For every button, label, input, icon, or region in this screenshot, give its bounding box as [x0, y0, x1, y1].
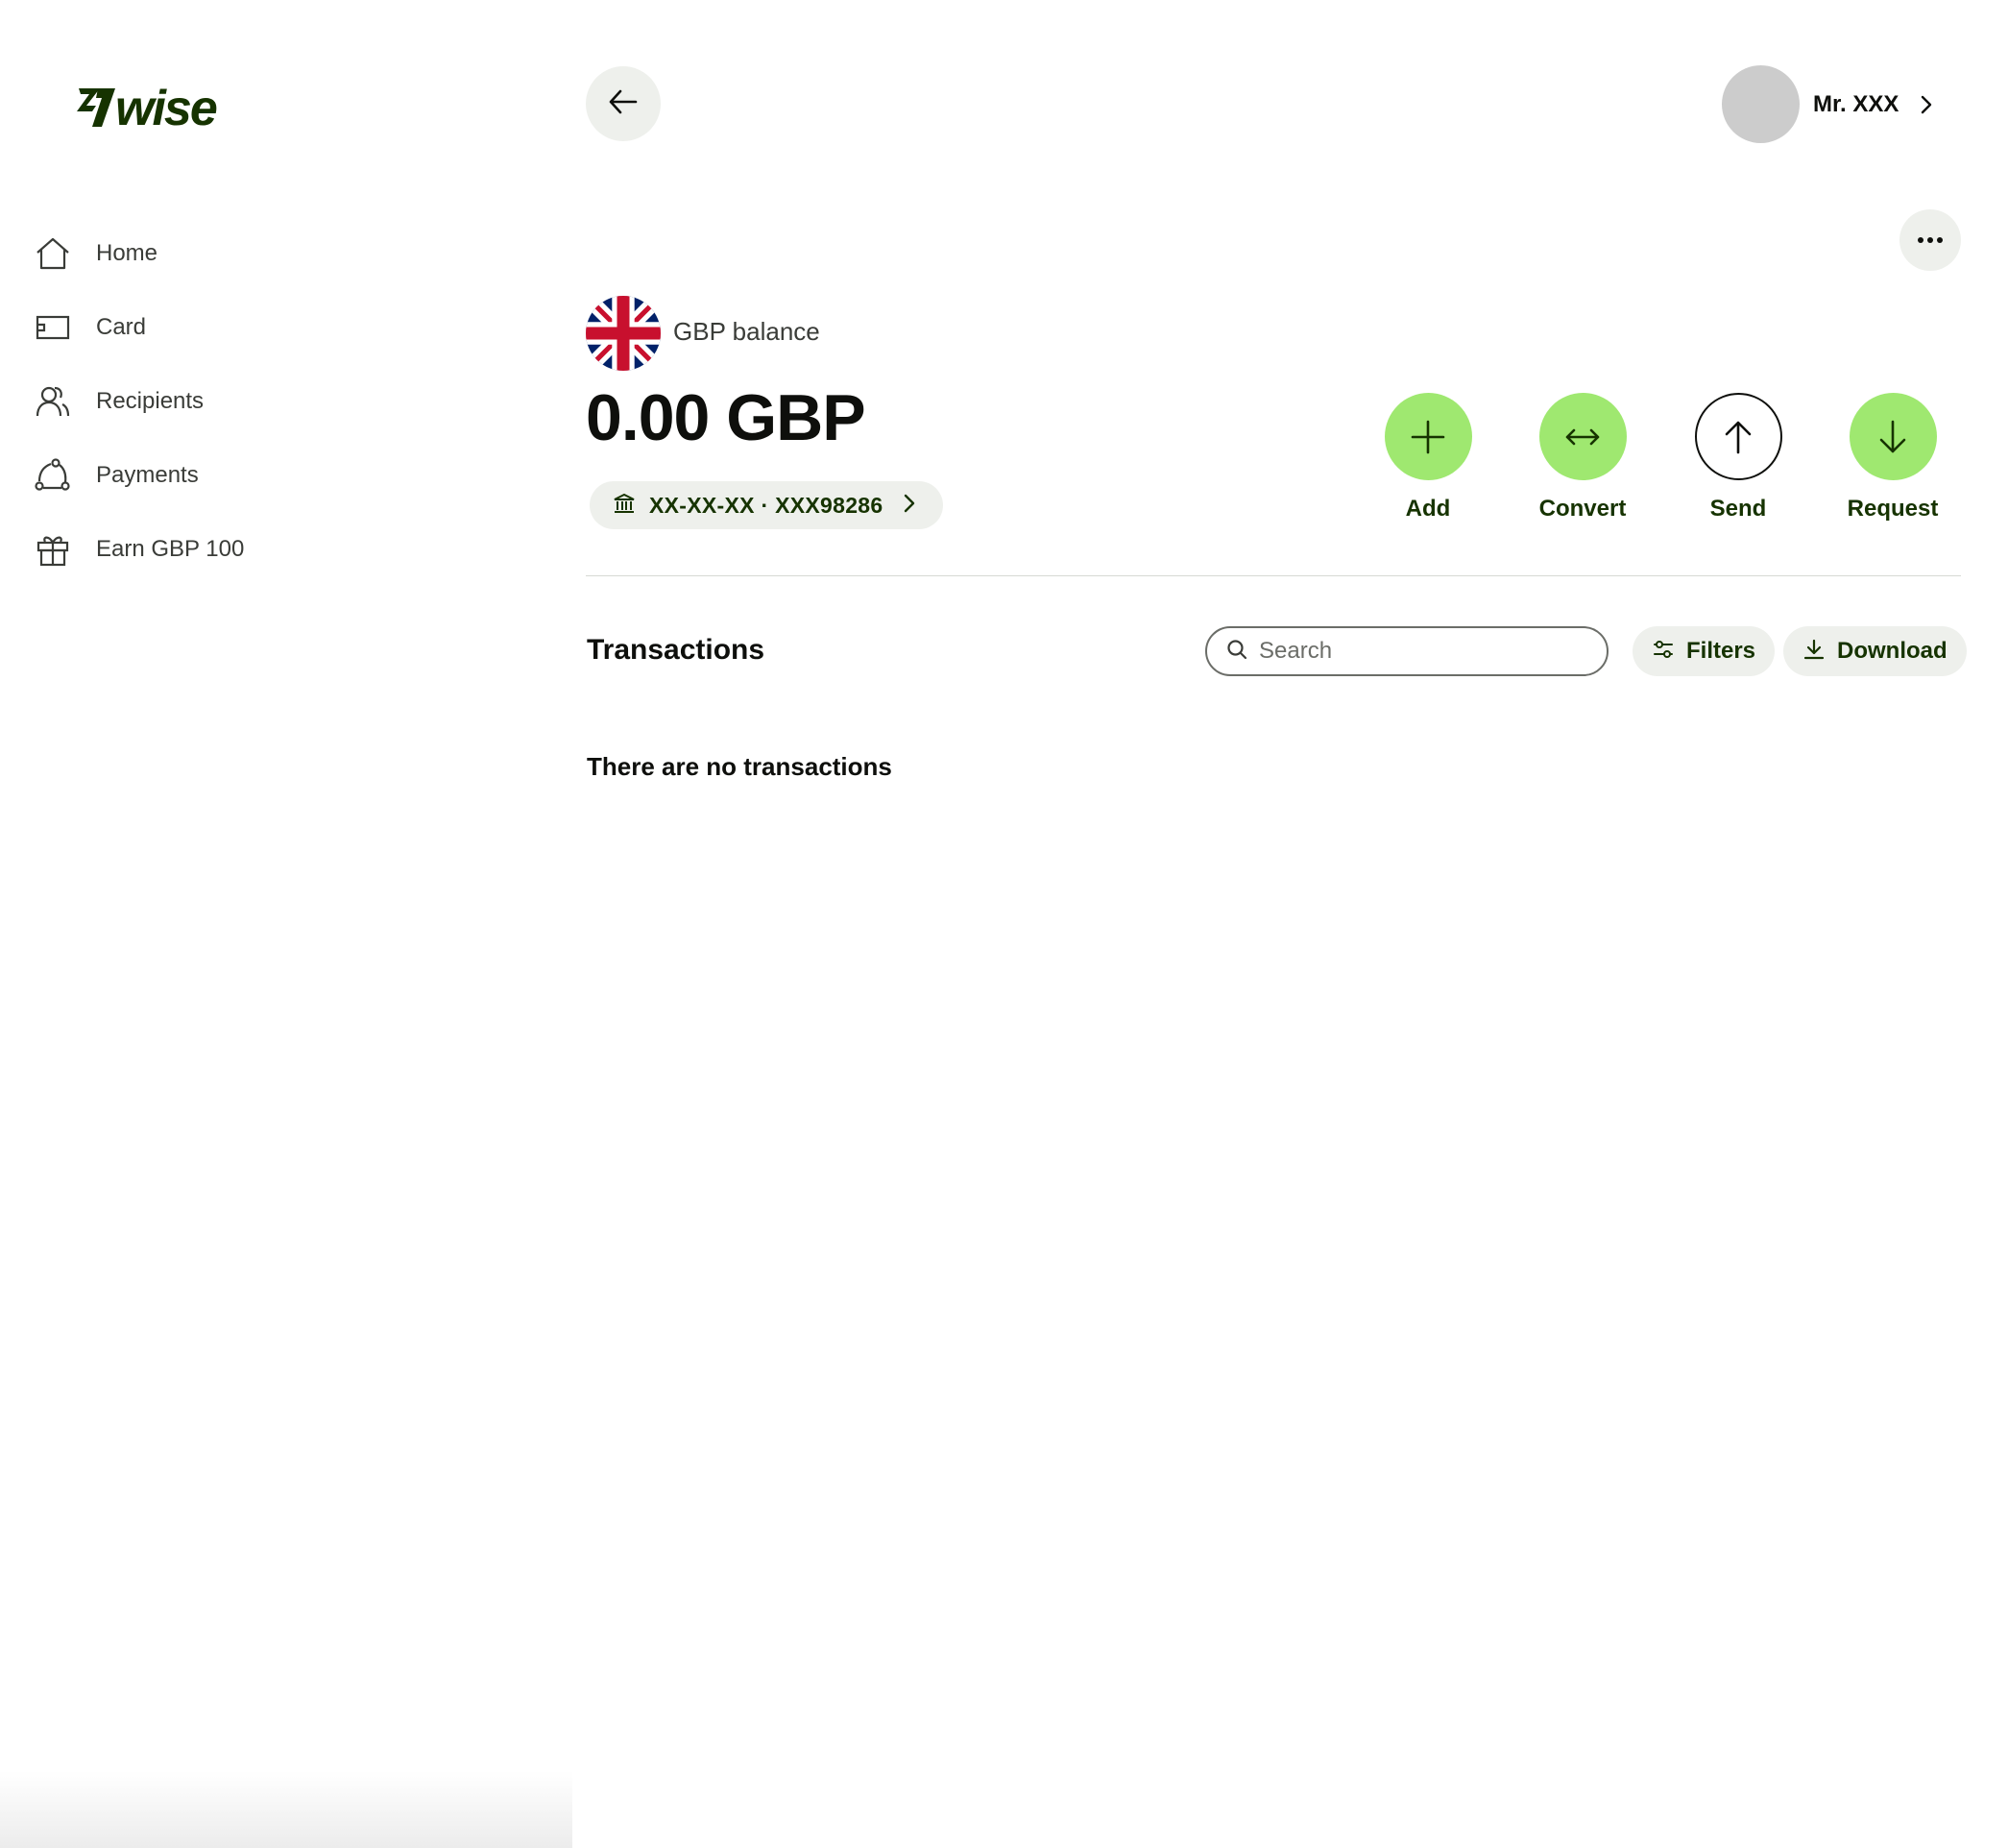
chevron-right-icon [1916, 94, 1937, 115]
balance-amount: 0.00 GBP [586, 381, 866, 454]
sidebar-item-card[interactable]: Card [35, 290, 534, 364]
sidebar: wise Home Card Recipients Payments Earn … [0, 0, 572, 1848]
add-button[interactable]: Add [1361, 393, 1495, 523]
svg-text:wise: wise [115, 81, 217, 131]
chevron-right-icon [900, 493, 919, 519]
avatar[interactable] [1722, 65, 1800, 143]
sidebar-bottom-fade [0, 1771, 572, 1848]
download-button[interactable]: Download [1783, 626, 1967, 676]
sidebar-item-earn[interactable]: Earn GBP 100 [35, 512, 534, 586]
sidebar-item-label: Card [96, 313, 147, 340]
convert-icon [1538, 393, 1627, 480]
empty-state-message: There are no transactions [587, 752, 892, 781]
search-field[interactable] [1205, 626, 1609, 676]
filters-icon [1652, 638, 1675, 666]
send-label: Send [1709, 496, 1767, 522]
filters-button[interactable]: Filters [1633, 626, 1776, 676]
send-button[interactable]: Send [1671, 393, 1805, 523]
sidebar-item-payments[interactable]: Payments [35, 438, 534, 512]
sidebar-item-label: Earn GBP 100 [96, 535, 245, 562]
account-details-button[interactable]: XX-XX-XX · XXX98286 [590, 481, 943, 529]
transactions-title: Transactions [587, 634, 765, 666]
gift-icon [35, 531, 71, 568]
account-details-text: XX-XX-XX · XXX98286 [649, 492, 883, 518]
search-input[interactable] [1259, 638, 1585, 665]
uk-flag-icon [586, 296, 661, 371]
search-icon [1226, 639, 1247, 665]
balance-label: GBP balance [673, 317, 820, 346]
profile-name: Mr. XXX [1813, 90, 1899, 117]
download-icon [1802, 638, 1826, 666]
add-label: Add [1405, 496, 1451, 522]
plus-icon [1384, 393, 1472, 480]
payments-icon [35, 457, 71, 494]
sidebar-item-recipients[interactable]: Recipients [35, 364, 534, 438]
arrow-down-icon [1849, 393, 1937, 480]
download-label: Download [1837, 638, 1948, 664]
wise-logo[interactable]: wise [77, 73, 250, 136]
profile-menu[interactable]: Mr. XXX [1722, 65, 1937, 143]
sidebar-item-label: Payments [96, 461, 199, 488]
sidebar-item-label: Recipients [96, 387, 205, 414]
sidebar-nav: Home Card Recipients Payments Earn GBP 1… [35, 216, 534, 586]
back-button[interactable] [586, 66, 661, 141]
sidebar-item-home[interactable]: Home [35, 216, 534, 290]
convert-label: Convert [1538, 496, 1627, 522]
bank-icon [613, 492, 636, 520]
more-horizontal-icon [1917, 231, 1944, 249]
home-icon [35, 235, 71, 272]
filters-label: Filters [1686, 638, 1756, 664]
recipients-icon [35, 383, 71, 420]
sidebar-item-label: Home [96, 239, 158, 266]
more-options-button[interactable] [1899, 209, 1961, 271]
arrow-left-icon [606, 85, 641, 124]
request-label: Request [1847, 496, 1939, 522]
convert-button[interactable]: Convert [1515, 393, 1650, 523]
request-button[interactable]: Request [1826, 393, 1960, 523]
arrow-up-icon [1694, 393, 1782, 480]
divider [586, 575, 1961, 576]
card-icon [35, 309, 71, 346]
